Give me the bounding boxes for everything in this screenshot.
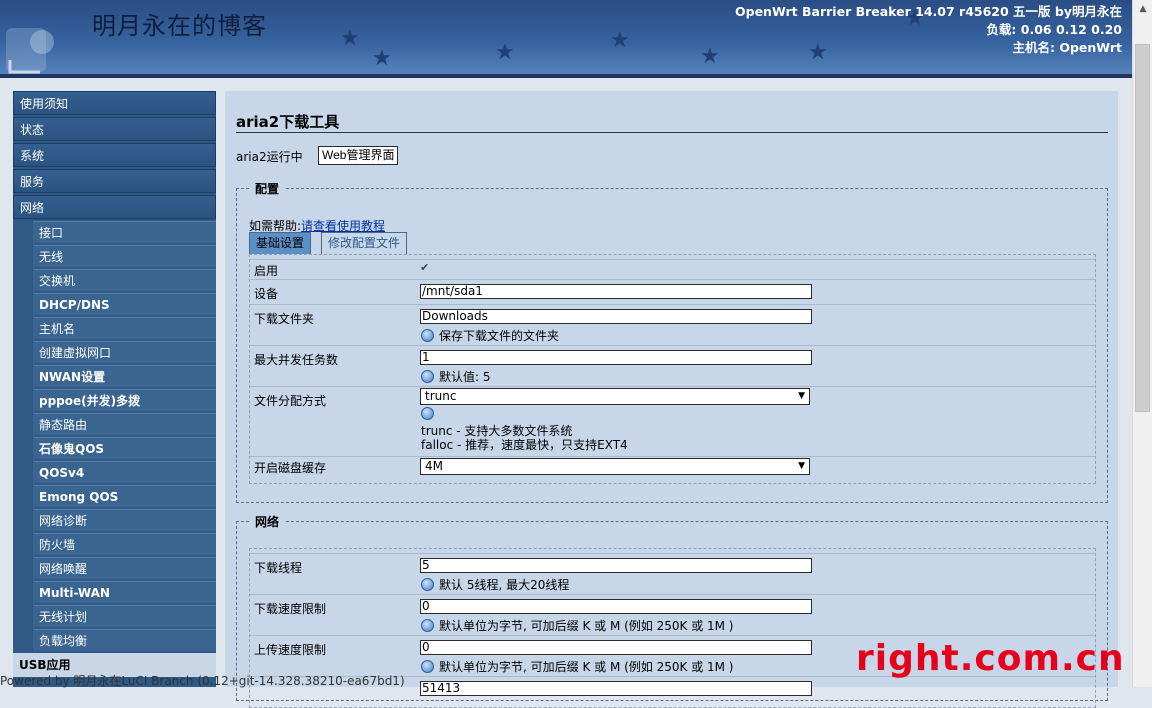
help-icon bbox=[421, 578, 434, 591]
disk-cache-row: 开启磁盘缓存 4M ▼ bbox=[250, 456, 1095, 478]
upload-limit-label: 上传速度限制 bbox=[254, 643, 327, 657]
blog-title: 明月永在的博客 bbox=[92, 12, 267, 40]
scroll-up-icon[interactable]: ▲ bbox=[1133, 0, 1152, 18]
disk-cache-label: 开启磁盘缓存 bbox=[254, 461, 327, 475]
threads-label: 下载线程 bbox=[254, 561, 303, 575]
basic-settings-section: 启用 ✔ 设备 /mnt/sda1 下载文件夹 Downloads 保存下载文件… bbox=[249, 254, 1096, 484]
firmware-version: OpenWrt Barrier Breaker 14.07 r45620 五一版… bbox=[735, 4, 1122, 19]
enable-row: 启用 ✔ bbox=[250, 259, 1095, 279]
upload-limit-description: 默认单位为字节, 可加后缀 K 或 M (例如 250K 或 1M ) bbox=[421, 658, 734, 675]
help-icon bbox=[421, 407, 434, 420]
vertical-scrollbar[interactable]: ▲ bbox=[1132, 0, 1152, 687]
sidebar-sub-multiwan[interactable]: Multi-WAN bbox=[33, 581, 216, 603]
sidebar-sub-dhcp-dns[interactable]: DHCP/DNS bbox=[33, 293, 216, 315]
sidebar-sub-nwan[interactable]: NWAN设置 bbox=[33, 365, 216, 387]
sidebar-sub-gargoyle-qos[interactable]: 石像鬼QOS bbox=[33, 437, 216, 459]
sidebar-sub-wifi-schedule[interactable]: 无线计划 bbox=[33, 605, 216, 627]
file-alloc-select[interactable]: trunc ▼ bbox=[420, 388, 810, 405]
page-header: 明月永在的博客 ★ ★ ★ ★ ★ ★ ★ OpenWrt Barrier Br… bbox=[0, 0, 1132, 78]
download-limit-description: 默认单位为字节, 可加后缀 K 或 M (例如 250K 或 1M ) bbox=[421, 617, 734, 634]
help-icon bbox=[421, 619, 434, 632]
sidebar-menu: 使用须知 状态 系统 服务 网络 接口 无线 交换机 DHCP/DNS 主机名 … bbox=[13, 91, 216, 687]
download-limit-label: 下载速度限制 bbox=[254, 602, 327, 616]
file-alloc-desc-falloc: falloc - 推荐，速度最快，只支持EXT4 bbox=[421, 438, 628, 452]
config-fieldset: 配置 如需帮助:请查看使用教程 基础设置 修改配置文件 启用 ✔ 设备 /mnt… bbox=[236, 180, 1108, 503]
footer-powered-by: Powered by 明月永在LuCI Branch (0.12+git-14.… bbox=[0, 674, 405, 688]
sidebar-sub-virtual-iface[interactable]: 创建虚拟网口 bbox=[33, 341, 216, 363]
tab-basic-settings[interactable]: 基础设置 bbox=[249, 232, 312, 254]
service-status: aria2运行中 bbox=[236, 150, 303, 164]
download-folder-input[interactable]: Downloads bbox=[420, 309, 812, 324]
threads-description: 默认 5线程, 最大20线程 bbox=[421, 576, 569, 593]
max-tasks-input[interactable]: 1 bbox=[420, 350, 812, 365]
sidebar-sub-pppoe[interactable]: pppoe(并发)多拨 bbox=[33, 389, 216, 411]
load-average: 负载: 0.06 0.12 0.20 bbox=[986, 22, 1122, 37]
sidebar-sub-diagnostics[interactable]: 网络诊断 bbox=[33, 509, 216, 531]
folder-description: 保存下载文件的文件夹 bbox=[421, 327, 559, 344]
title-divider bbox=[236, 132, 1108, 133]
sidebar-sub-qosv4[interactable]: QOSv4 bbox=[33, 461, 216, 483]
help-icon bbox=[421, 370, 434, 383]
page-title: aria2下载工具 bbox=[236, 113, 340, 131]
star-icon: ★ bbox=[372, 46, 392, 71]
network-legend: 网络 bbox=[249, 513, 286, 530]
help-icon bbox=[421, 660, 434, 673]
sidebar-item-notice[interactable]: 使用须知 bbox=[13, 91, 216, 115]
help-link[interactable]: 请查看使用教程 bbox=[301, 219, 385, 233]
main-content: aria2下载工具 aria2运行中 Web管理界面 配置 如需帮助:请查看使用… bbox=[225, 91, 1118, 708]
download-limit-input[interactable]: 0 bbox=[420, 599, 812, 614]
help-icon-wrap bbox=[421, 407, 439, 421]
help-prefix: 如需帮助: bbox=[249, 219, 302, 233]
sidebar-item-network[interactable]: 网络 bbox=[13, 195, 216, 219]
port-input[interactable]: 51413 bbox=[420, 681, 812, 696]
tab-edit-config[interactable]: 修改配置文件 bbox=[321, 232, 408, 254]
config-legend: 配置 bbox=[249, 180, 286, 197]
hostname: 主机名: OpenWrt bbox=[1012, 40, 1122, 55]
sidebar-item-services[interactable]: 服务 bbox=[13, 169, 216, 193]
sidebar-item-status[interactable]: 状态 bbox=[13, 117, 216, 141]
sidebar-sub-load-balance[interactable]: 负载均衡 bbox=[33, 629, 216, 651]
chevron-down-icon: ▼ bbox=[798, 391, 805, 401]
system-info: OpenWrt Barrier Breaker 14.07 r45620 五一版… bbox=[735, 3, 1122, 57]
max-tasks-description: 默认值: 5 bbox=[421, 368, 491, 385]
sidebar-sub-switch[interactable]: 交换机 bbox=[33, 269, 216, 291]
sidebar-sub-hostnames[interactable]: 主机名 bbox=[33, 317, 216, 339]
star-icon: ★ bbox=[340, 26, 360, 51]
mascot-icon bbox=[0, 20, 70, 75]
sidebar-sub-static-routes[interactable]: 静态路由 bbox=[33, 413, 216, 435]
download-limit-row: 下载速度限制 0 默认单位为字节, 可加后缀 K 或 M (例如 250K 或 … bbox=[250, 594, 1095, 635]
device-row: 设备 /mnt/sda1 bbox=[250, 279, 1095, 304]
site-watermark: right.com.cn bbox=[856, 638, 1125, 679]
upload-limit-input[interactable]: 0 bbox=[420, 640, 812, 655]
file-alloc-row: 文件分配方式 trunc ▼ trunc - 支持大多数文件系统 falloc -… bbox=[250, 386, 1095, 456]
sidebar-sub-firewall[interactable]: 防火墙 bbox=[33, 533, 216, 555]
enable-label: 启用 bbox=[254, 264, 279, 278]
disk-cache-select[interactable]: 4M ▼ bbox=[420, 458, 810, 475]
device-input[interactable]: /mnt/sda1 bbox=[420, 284, 812, 299]
max-tasks-label: 最大并发任务数 bbox=[254, 353, 339, 367]
star-icon: ★ bbox=[495, 40, 515, 65]
star-icon: ★ bbox=[700, 44, 720, 69]
threads-row: 下载线程 5 默认 5线程, 最大20线程 bbox=[250, 553, 1095, 594]
threads-input[interactable]: 5 bbox=[420, 558, 812, 573]
sidebar-sub-emong-qos[interactable]: Emong QOS bbox=[33, 485, 216, 507]
file-alloc-label: 文件分配方式 bbox=[254, 394, 327, 408]
sidebar-item-system[interactable]: 系统 bbox=[13, 143, 216, 167]
star-icon: ★ bbox=[610, 28, 630, 53]
help-icon bbox=[421, 329, 434, 342]
folder-row: 下载文件夹 Downloads 保存下载文件的文件夹 bbox=[250, 304, 1095, 345]
sidebar-sub-wireless[interactable]: 无线 bbox=[33, 245, 216, 267]
checkmark-icon[interactable]: ✔ bbox=[420, 262, 432, 274]
max-tasks-row: 最大并发任务数 1 默认值: 5 bbox=[250, 345, 1095, 386]
header-divider bbox=[0, 74, 1132, 78]
folder-label: 下载文件夹 bbox=[254, 312, 315, 326]
scrollbar-thumb[interactable] bbox=[1135, 44, 1150, 412]
chevron-down-icon: ▼ bbox=[798, 461, 805, 471]
web-ui-button[interactable]: Web管理界面 bbox=[318, 146, 399, 165]
sidebar-sub-wol[interactable]: 网络唤醒 bbox=[33, 557, 216, 579]
sidebar-sub-interfaces[interactable]: 接口 bbox=[33, 221, 216, 243]
device-label: 设备 bbox=[254, 287, 279, 301]
